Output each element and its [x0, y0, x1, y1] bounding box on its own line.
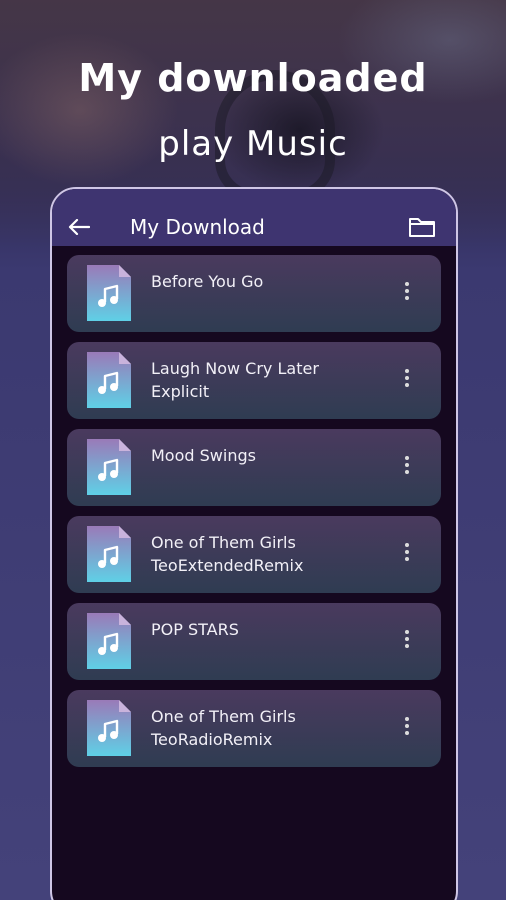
- arrow-left-icon[interactable]: [68, 219, 90, 235]
- music-file-icon: [87, 700, 131, 756]
- music-file-icon: [87, 265, 131, 321]
- song-title: Laugh Now Cry Later Explicit: [151, 359, 319, 401]
- more-vertical-icon[interactable]: [402, 456, 412, 478]
- more-vertical-icon[interactable]: [402, 282, 412, 304]
- music-file-icon: [87, 526, 131, 582]
- song-list-item[interactable]: Before You Go: [67, 255, 441, 332]
- phone-frame: My Download Before You Go Laugh Now Cry …: [50, 187, 458, 900]
- song-title: POP STARS: [151, 620, 239, 639]
- more-vertical-icon[interactable]: [402, 369, 412, 391]
- song-list-item[interactable]: POP STARS: [67, 603, 441, 680]
- app-bar: My Download: [52, 189, 456, 246]
- promo-headline: My downloaded: [78, 56, 428, 100]
- song-list-item[interactable]: One of Them Girls TeoRadioRemix: [67, 690, 441, 767]
- music-file-icon: [87, 352, 131, 408]
- promo-subheadline: play Music: [158, 124, 348, 164]
- song-list-item[interactable]: One of Them Girls TeoExtendedRemix: [67, 516, 441, 593]
- page-title: My Download: [130, 215, 265, 239]
- song-list-item[interactable]: Mood Swings: [67, 429, 441, 506]
- music-file-icon: [87, 613, 131, 669]
- song-title: One of Them Girls TeoExtendedRemix: [151, 533, 304, 575]
- more-vertical-icon[interactable]: [402, 717, 412, 739]
- download-list: Before You Go Laugh Now Cry Later Explici…: [67, 255, 441, 777]
- folder-icon[interactable]: [408, 216, 436, 238]
- more-vertical-icon[interactable]: [402, 630, 412, 652]
- song-title: One of Them Girls TeoRadioRemix: [151, 707, 296, 749]
- music-file-icon: [87, 439, 131, 495]
- song-list-item[interactable]: Laugh Now Cry Later Explicit: [67, 342, 441, 419]
- song-title: Mood Swings: [151, 446, 256, 465]
- more-vertical-icon[interactable]: [402, 543, 412, 565]
- song-title: Before You Go: [151, 272, 264, 291]
